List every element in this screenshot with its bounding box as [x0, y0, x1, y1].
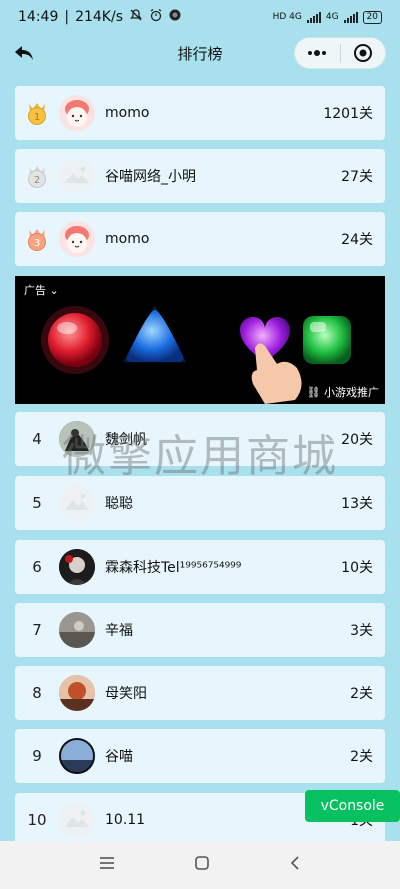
avatar-default [59, 485, 95, 521]
ranking-row-6[interactable]: 6 霖森科技Tel¹⁹⁹⁵⁶⁷⁵⁴⁹⁹⁹ 10关 [15, 540, 385, 594]
ranking-row-1[interactable]: 1 momo 1201关 [15, 86, 385, 140]
player-score: 2关 [350, 749, 373, 765]
avatar [59, 95, 95, 131]
capsule-menu [294, 37, 386, 69]
avatar [59, 421, 95, 457]
signal-icon [306, 11, 321, 23]
mute-icon [129, 8, 143, 26]
status-time: 14:49 [18, 9, 59, 25]
status-right: HD 4G 4G 20 [272, 10, 382, 24]
menu-icon[interactable] [98, 855, 116, 875]
player-score: 1201关 [323, 106, 373, 122]
home-icon[interactable] [193, 854, 211, 876]
rank-medal-silver: 2 [15, 163, 59, 189]
network-label-1: HD 4G [272, 12, 302, 22]
network-label-2: 4G [325, 12, 339, 22]
svg-text:2: 2 [34, 175, 40, 186]
player-score: 13关 [341, 496, 373, 512]
system-nav-bar [0, 841, 400, 889]
player-name: momo [105, 231, 150, 247]
ranking-row-7[interactable]: 7 辛福 3关 [15, 603, 385, 657]
avatar-default [59, 802, 95, 838]
bronze-medal-icon: 3 [28, 229, 46, 251]
player-name: 谷喵网络_小明 [105, 169, 196, 185]
avatar [59, 738, 95, 774]
avatar [59, 549, 95, 585]
player-score: 3关 [350, 623, 373, 639]
rank-number: 10 [27, 811, 47, 829]
svg-text:1: 1 [34, 112, 40, 123]
ad-banner[interactable]: 广告 ⌄ ⛓ 小游戏推广 [15, 276, 385, 404]
app-notification-icon [169, 9, 181, 25]
more-dots-icon[interactable] [295, 38, 340, 68]
player-name: 母笑阳 [105, 686, 147, 702]
ad-footer-text: 小游戏推广 [324, 386, 379, 399]
ranking-row-2[interactable]: 2 谷喵网络_小明 27关 [15, 149, 385, 203]
player-name: momo [105, 105, 150, 121]
rank-number: 8 [32, 684, 42, 702]
silver-medal-icon: 2 [28, 166, 46, 188]
battery-icon: 20 [362, 10, 382, 24]
status-speed: 214K/s [75, 9, 123, 25]
ranking-row-5[interactable]: 5 聪聪 13关 [15, 476, 385, 530]
rank-number: 5 [32, 494, 42, 512]
back-icon[interactable] [288, 854, 302, 876]
close-miniprogram-icon[interactable] [341, 38, 386, 68]
status-divider: | [64, 9, 70, 25]
player-name: 魏剑帆 [105, 432, 147, 448]
ranking-row-3[interactable]: 3 momo 24关 [15, 212, 385, 266]
signal-icon-2 [343, 11, 358, 23]
player-score: 24关 [341, 232, 373, 248]
ranking-row-4[interactable]: 4 魏剑帆 20关 [15, 412, 385, 466]
player-score: 2关 [350, 686, 373, 702]
rank-medal-bronze: 3 [15, 226, 59, 252]
page-title: 排行榜 [177, 44, 223, 63]
nav-bar: 排行榜 [0, 34, 400, 72]
player-name: 聪聪 [105, 496, 133, 512]
ranking-row-8[interactable]: 8 母笑阳 2关 [15, 666, 385, 720]
player-score: 10关 [341, 560, 373, 576]
ranking-row-9[interactable]: 9 谷喵 2关 [15, 729, 385, 783]
link-icon: ⛓ [306, 386, 321, 399]
avatar [59, 612, 95, 648]
rank-number: 6 [32, 558, 42, 576]
player-name: 谷喵 [105, 749, 133, 765]
vconsole-button[interactable]: vConsole [305, 790, 400, 822]
avatar [59, 221, 95, 257]
gold-medal-icon: 1 [28, 103, 46, 125]
rank-number: 9 [32, 747, 42, 765]
svg-text:3: 3 [34, 238, 40, 249]
avatar [59, 675, 95, 711]
rank-number: 4 [32, 430, 42, 448]
player-score: 20关 [341, 432, 373, 448]
avatar-default [59, 158, 95, 194]
ad-footer: ⛓ 小游戏推广 [307, 384, 379, 400]
status-left: 14:49 | 214K/s [18, 8, 181, 26]
status-bar: 14:49 | 214K/s HD 4G 4G 20 [0, 0, 400, 34]
rank-medal-gold: 1 [15, 100, 59, 126]
back-arrow-icon[interactable] [12, 41, 36, 65]
alarm-icon [149, 8, 163, 26]
player-name: 霖森科技Tel¹⁹⁹⁵⁶⁷⁵⁴⁹⁹⁹ [105, 560, 242, 576]
player-score: 27关 [341, 169, 373, 185]
player-name: 辛福 [105, 623, 133, 639]
rank-number: 7 [32, 621, 42, 639]
